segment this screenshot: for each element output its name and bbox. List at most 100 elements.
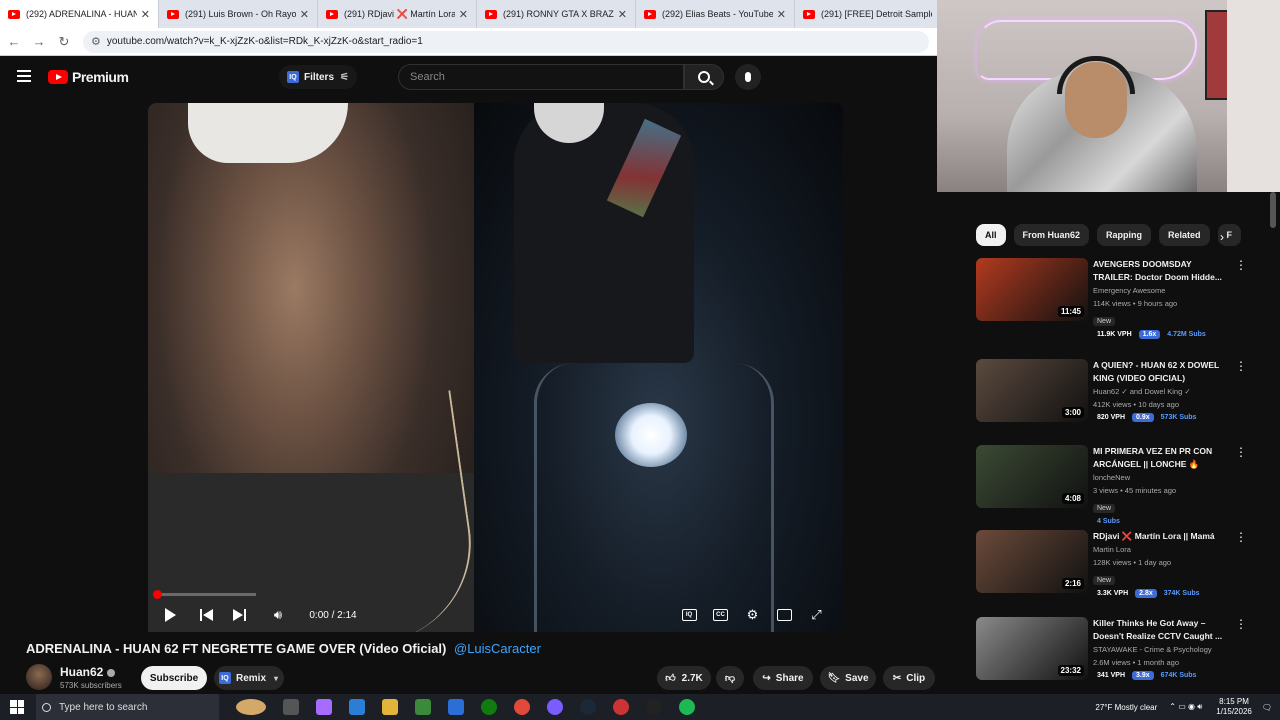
video-item-title[interactable]: AVENGERS DOOMSDAY TRAILER: Doctor Doom H… [1093, 258, 1233, 284]
filter-chip[interactable]: Related [1159, 224, 1210, 246]
xbox-icon[interactable] [481, 699, 497, 715]
progress-bar[interactable] [153, 590, 256, 599]
more-vertical-icon[interactable]: ⋮ [1235, 530, 1247, 544]
more-vertical-icon[interactable]: ⋮ [1235, 617, 1247, 631]
more-vertical-icon[interactable]: ⋮ [1235, 359, 1247, 373]
video-item-title[interactable]: Killer Thinks He Got Away – Doesn't Real… [1093, 617, 1233, 643]
file-explorer-icon[interactable] [382, 699, 398, 715]
related-video-item[interactable]: 23:32 Killer Thinks He Got Away – Doesn't… [976, 617, 1272, 683]
video-item-channel[interactable]: STAYAWAKE - Crime & Psychology [1093, 643, 1233, 656]
scissors-icon: ✂ [892, 672, 902, 684]
volume-button[interactable]: 🔊︎ [269, 598, 287, 632]
browser-tab[interactable]: (292) Elias Beats - YouTube ✕ [636, 0, 795, 28]
url-field[interactable]: ⚙ youtube.com/watch?v=k_K-xjZzK-o&list=R… [83, 30, 929, 53]
duration-badge: 11:45 [1057, 306, 1084, 317]
related-video-item[interactable]: 2:16 RDjavi ❌ Martín Lora || Mamá Martin L… [976, 530, 1272, 598]
video-thumbnail[interactable]: 3:00 [976, 359, 1088, 422]
youtube-favicon-icon [8, 9, 20, 19]
discord-icon[interactable] [547, 699, 563, 715]
search-button[interactable] [684, 64, 724, 90]
save-button[interactable]: 🔖︎ Save [820, 666, 876, 690]
obs-icon[interactable] [646, 699, 662, 715]
filter-chip[interactable]: All [976, 224, 1006, 246]
like-button[interactable]: 👍︎ 2.7K [657, 666, 711, 690]
close-icon[interactable]: ✕ [459, 8, 468, 21]
dislike-button[interactable]: 👎︎ [716, 666, 744, 690]
spotify-icon[interactable] [679, 699, 695, 715]
video-thumbnail[interactable]: 2:16 [976, 530, 1088, 593]
task-view-icon[interactable] [283, 699, 299, 715]
browser-tab[interactable]: (291) Luis Brown - Oh Rayo (Vi ✕ [159, 0, 318, 28]
chrome-profile-icon[interactable] [613, 699, 629, 715]
more-vertical-icon[interactable]: ⋮ [1235, 258, 1247, 272]
play-button[interactable] [162, 598, 178, 632]
browser-tab[interactable]: (291) RDjavi ❌ Martín Lora 📍 ✕ [318, 0, 477, 28]
time-text: 0:00 / 2:14 [309, 609, 357, 621]
iq-player-button[interactable]: IQ [681, 598, 697, 632]
youtube-premium-logo[interactable]: Premium [48, 69, 129, 85]
clock[interactable]: 8:15 PM 1/15/2026 [1216, 697, 1252, 717]
theater-button[interactable] [776, 598, 793, 632]
close-icon[interactable]: ✕ [141, 8, 150, 21]
filter-chip[interactable]: From Huan62 [1013, 224, 1090, 246]
forward-icon[interactable]: → [28, 34, 50, 49]
browser-tab[interactable]: (291) [FREE] Detroit Sample Ty✕ [795, 0, 954, 28]
reload-icon[interactable]: ↻ [53, 34, 75, 50]
steam-icon[interactable] [580, 699, 596, 715]
browser-tab[interactable]: (292) ADRENALINA - HUAN 62 ✕ [0, 0, 159, 28]
tray-icons[interactable]: ⌃ ▭ ◉ 🔊︎ [1169, 702, 1202, 712]
voice-search-button[interactable] [735, 64, 761, 90]
close-icon[interactable]: ✕ [618, 8, 627, 21]
chrome-icon[interactable] [514, 699, 530, 715]
more-vertical-icon[interactable]: ⋮ [1235, 445, 1247, 459]
mention-link[interactable]: @LuisCaracter [454, 641, 541, 656]
fullscreen-button[interactable]: ⤢ [808, 598, 825, 632]
close-icon[interactable]: ✕ [300, 8, 309, 21]
settings-button[interactable]: ⚙ [744, 598, 761, 632]
menu-icon[interactable] [17, 70, 31, 82]
previous-button[interactable] [199, 598, 215, 632]
video-item-channel[interactable]: Huan62 ✓ and Dowel King ✓ [1093, 385, 1233, 398]
notification-icon[interactable]: 🗨︎ [1262, 703, 1272, 712]
taskbar-search[interactable]: Type here to search [36, 694, 219, 720]
channel-name[interactable]: Huan62 [60, 665, 116, 679]
related-video-item[interactable]: 11:45 AVENGERS DOOMSDAY TRAILER: Doctor D… [976, 258, 1272, 339]
remix-button[interactable]: IQ Remix ▾ [214, 666, 284, 690]
next-button[interactable] [231, 598, 247, 632]
windows-start-icon[interactable] [10, 700, 24, 714]
video-thumbnail[interactable]: 23:32 [976, 617, 1088, 680]
video-thumbnail[interactable]: 4:08 [976, 445, 1088, 508]
clip-button[interactable]: ✂ Clip [883, 666, 935, 690]
close-icon[interactable]: ✕ [777, 8, 786, 21]
video-item-title[interactable]: A QUIEN? - HUAN 62 X DOWEL KING (VIDEO O… [1093, 359, 1233, 385]
video-item-title[interactable]: RDjavi ❌ Martín Lora || Mamá [1093, 530, 1233, 543]
video-item-channel[interactable]: Martin Lora [1093, 543, 1233, 556]
site-info-icon[interactable]: ⚙ [91, 35, 101, 48]
weather-text[interactable]: 27°F Mostly clear [1095, 703, 1157, 712]
video-item-title[interactable]: MI PRIMERA VEZ EN PR CON ARCÁNGEL || LON… [1093, 445, 1233, 471]
filter-chip[interactable]: Rapping [1097, 224, 1152, 246]
scrollbar[interactable] [1270, 192, 1276, 228]
video-thumbnail[interactable]: 11:45 [976, 258, 1088, 321]
video-player[interactable]: 🔊︎ 0:00 / 2:14 IQ CC ⚙ ⤢ [148, 103, 843, 632]
share-button[interactable]: ↪ Share [753, 666, 813, 690]
store-icon[interactable] [415, 699, 431, 715]
video-item-channel[interactable]: loncheNew [1093, 471, 1233, 484]
related-video-item[interactable]: 3:00 A QUIEN? - HUAN 62 X DOWEL KING (VID… [976, 359, 1272, 425]
filters-button[interactable]: IQ Filters ⚟ [279, 65, 357, 89]
subscribe-button[interactable]: Subscribe [141, 666, 207, 690]
related-video-item[interactable]: 4:08 MI PRIMERA VEZ EN PR CON ARCÁNGEL ||… [976, 445, 1272, 525]
outlook-icon[interactable] [448, 699, 464, 715]
chevron-down-icon: ▾ [274, 673, 279, 683]
copilot-icon[interactable] [316, 699, 332, 715]
search-input[interactable]: Search [398, 64, 684, 90]
video-item-channel[interactable]: Emergency Awesome [1093, 284, 1233, 297]
captions-button[interactable]: CC [712, 598, 729, 632]
channel-avatar[interactable] [26, 664, 52, 690]
edge-icon[interactable] [349, 699, 365, 715]
browser-tab[interactable]: (291) RONNY GTA X BRAZIL21 ✕ [477, 0, 636, 28]
weather-widget-icon[interactable] [236, 699, 266, 715]
iq-extension-icon: IQ [287, 71, 299, 83]
back-icon[interactable]: ← [3, 34, 25, 49]
chevron-right-icon[interactable]: › [1220, 230, 1224, 244]
